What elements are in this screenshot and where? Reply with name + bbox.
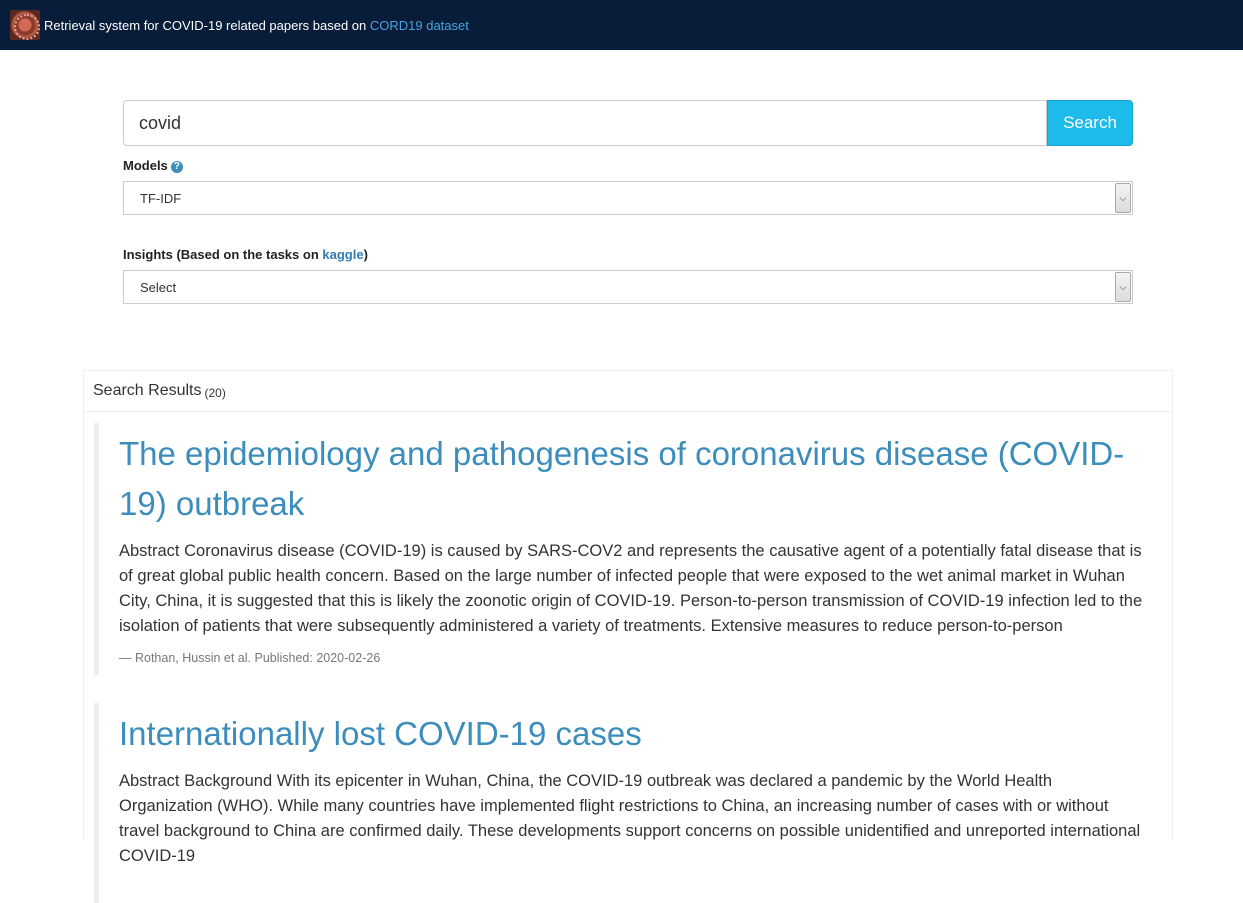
models-label: Models? <box>123 158 183 173</box>
result-abstract: Abstract Coronavirus disease (COVID-19) … <box>119 542 1143 635</box>
insights-label-suffix: ) <box>363 247 368 262</box>
result-abstract: Abstract Background With its epicenter i… <box>119 772 1141 865</box>
insights-label-prefix: Insights (Based on the tasks on <box>123 247 323 262</box>
chevron-down-icon: ⌵ <box>1115 272 1131 302</box>
coronavirus-logo-icon <box>10 10 40 40</box>
search-form: Search <box>123 100 1133 146</box>
results-header: Search Results (20) <box>84 371 1172 412</box>
chevron-down-icon: ⌵ <box>1115 183 1131 213</box>
search-results-panel: Search Results (20) The epidemiology and… <box>83 370 1173 903</box>
app-title: Retrieval system for COVID-19 related pa… <box>44 18 469 33</box>
results-count: (20) <box>204 385 226 400</box>
insights-label: Insights (Based on the tasks on kaggle) <box>123 247 368 262</box>
models-label-text: Models <box>123 158 168 173</box>
top-navbar: Retrieval system for COVID-19 related pa… <box>0 0 1243 50</box>
search-input[interactable] <box>123 100 1047 146</box>
result-meta: — Rothan, Hussin et al. Published: 2020-… <box>119 651 381 665</box>
models-selected-value: TF-IDF <box>140 190 182 206</box>
app-title-text: Retrieval system for COVID-19 related pa… <box>44 17 370 33</box>
insights-selected-value: Select <box>140 279 177 295</box>
result-item: Internationally lost COVID-19 cases Abst… <box>94 703 1164 903</box>
insights-select[interactable]: Select ⌵ <box>123 270 1133 304</box>
results-header-title: Search Results <box>93 382 202 399</box>
result-title-link[interactable]: Internationally lost COVID-19 cases <box>119 703 1144 759</box>
result-title-link[interactable]: The epidemiology and pathogenesis of cor… <box>119 423 1144 529</box>
question-circle-icon[interactable]: ? <box>170 160 183 173</box>
models-select[interactable]: TF-IDF ⌵ <box>123 181 1133 215</box>
cord19-dataset-link[interactable]: CORD19 dataset <box>370 18 469 33</box>
kaggle-link[interactable]: kaggle <box>322 247 363 262</box>
search-button[interactable]: Search <box>1047 100 1133 146</box>
result-item: The epidemiology and pathogenesis of cor… <box>94 423 1164 675</box>
